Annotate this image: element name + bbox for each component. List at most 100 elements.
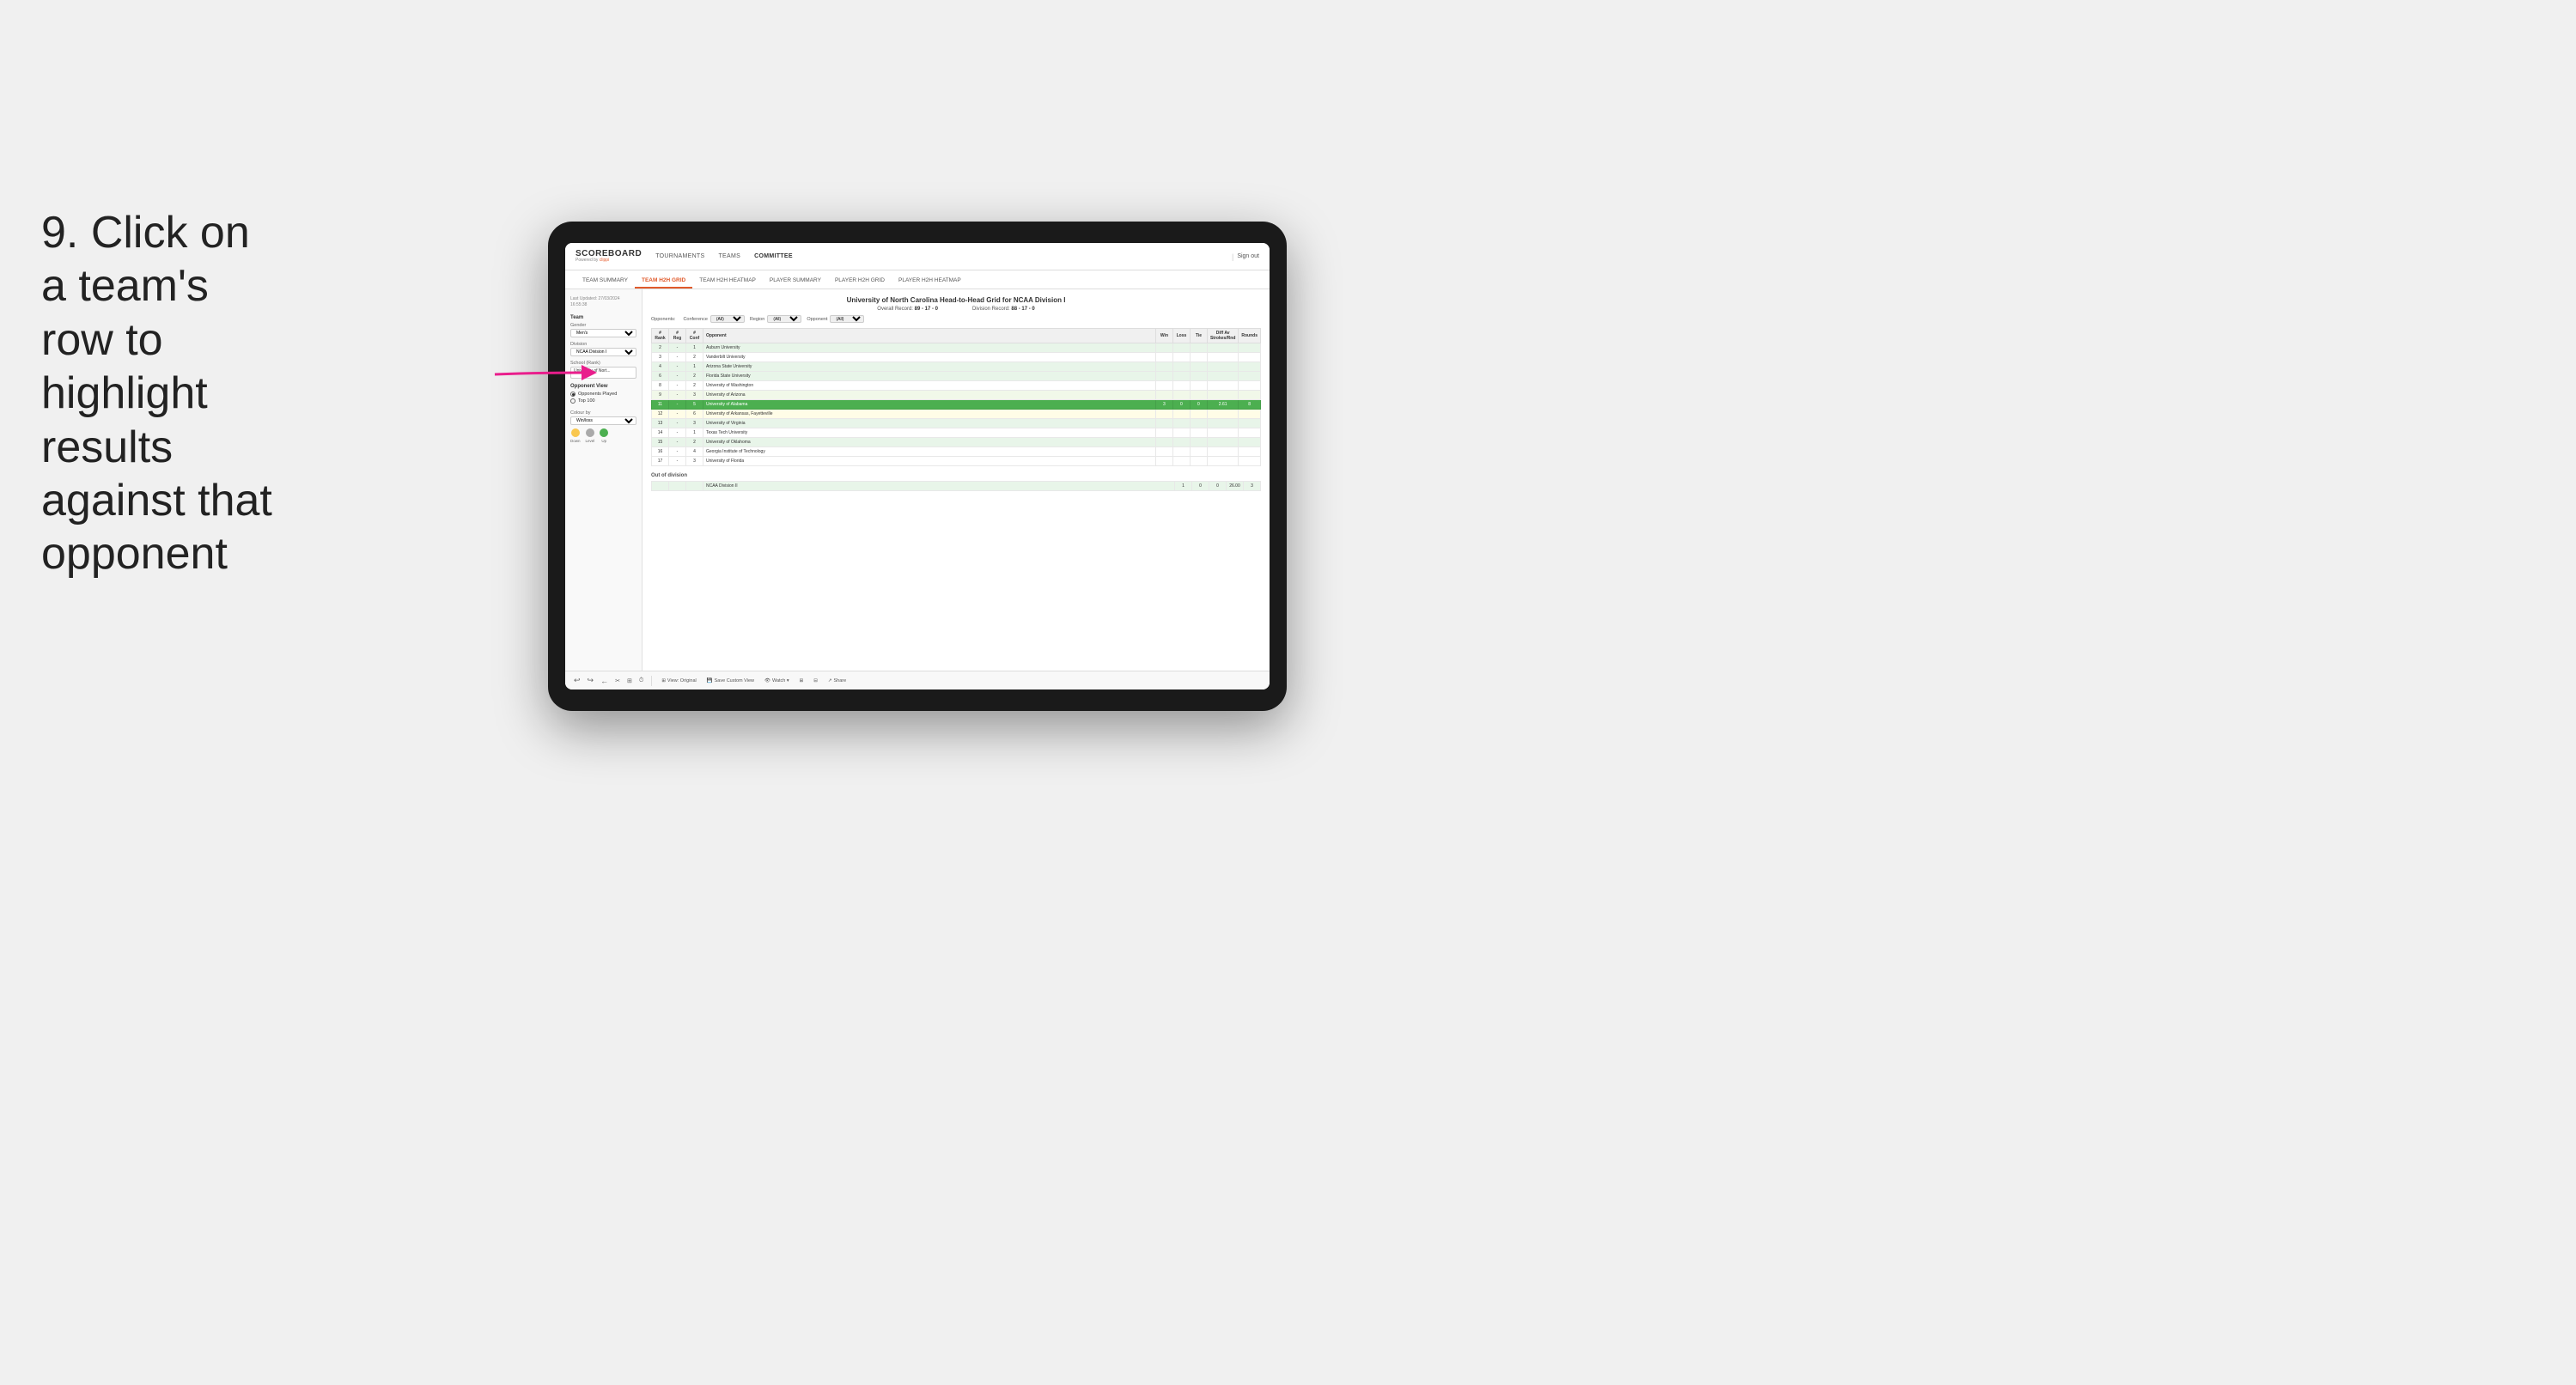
cell-conf: 1 [686,362,703,372]
table-row[interactable]: 15 - 2 University of Oklahoma [652,438,1261,447]
cell-rank: 15 [652,438,669,447]
tab-team-h2h-heatmap[interactable]: TEAM H2H HEATMAP [692,274,763,289]
cell-win [1155,419,1172,428]
cell-rounds [1239,343,1261,353]
cell-rounds [1239,410,1261,419]
table-row[interactable]: 2 - 1 Auburn University [652,343,1261,353]
division-label: Division [570,342,636,347]
cell-win: 1 [1175,482,1192,491]
toolbar-icon-btn1[interactable]: ⊞ [796,677,807,684]
view-original-button[interactable]: ⊞ View: Original [658,677,699,684]
table-row-highlighted[interactable]: 11 - 5 University of Alabama 3 0 0 2.61 … [652,400,1261,410]
tab-player-summary[interactable]: PLAYER SUMMARY [763,274,828,289]
sidebar-team-label: Team [570,315,636,320]
back-button[interactable]: ← [599,677,610,685]
radio-top100[interactable]: Top 100 [570,398,636,404]
table-row[interactable]: 12 - 6 University of Arkansas, Fayettevi… [652,410,1261,419]
cell-tie [1190,381,1207,391]
colour-label-up: Up [601,439,606,443]
tab-player-h2h-heatmap[interactable]: PLAYER H2H HEATMAP [892,274,968,289]
cell-diff [1207,428,1238,438]
cell-conf: 1 [686,343,703,353]
table-row[interactable]: 8 - 2 University of Washington [652,381,1261,391]
nav-committee[interactable]: COMMITTEE [754,252,793,261]
division-select[interactable]: NCAA Division I [570,348,636,356]
cell-win [1155,438,1172,447]
clock-button[interactable]: ⏱ [637,677,645,684]
toolbar-divider [651,676,652,686]
cell-tie [1190,419,1207,428]
cell-tie [1190,391,1207,400]
cell-rounds [1239,447,1261,457]
sign-out-link[interactable]: Sign out [1237,253,1259,259]
cell-rounds: 3 [1244,482,1261,491]
watch-button[interactable]: 👁 Watch ▾ [761,677,793,684]
cell-rank: 4 [652,362,669,372]
out-of-div-row[interactable]: NCAA Division II 1 0 0 26.00 3 [652,482,1261,491]
nav-teams[interactable]: TEAMS [718,252,740,261]
cell-loss [1172,362,1190,372]
conference-select[interactable]: (All) [710,315,745,323]
cell-diff [1207,362,1238,372]
region-filter-label: Region [750,317,764,322]
colour-dot-down [571,428,580,437]
opponent-filter: Opponent (All) [807,315,864,323]
share-button[interactable]: ↗ Share [825,677,850,684]
opponent-select[interactable]: (All) [830,315,864,323]
radio-dot-opponents [570,392,575,397]
table-row[interactable]: 9 - 3 University of Arizona [652,391,1261,400]
tab-team-summary[interactable]: TEAM SUMMARY [575,274,635,289]
tab-player-h2h-grid[interactable]: PLAYER H2H GRID [828,274,892,289]
table-row[interactable]: 14 - 1 Texas Tech University [652,428,1261,438]
save-custom-button[interactable]: 💾 Save Custom View [703,677,758,684]
cell-reg: - [669,457,686,466]
cell-win [1155,381,1172,391]
cell-opponent: Florida State University [703,372,1156,381]
table-row[interactable]: 13 - 3 University of Virginia [652,419,1261,428]
th-win: Win [1155,329,1172,343]
table-row[interactable]: 17 - 3 University of Florida [652,457,1261,466]
watch-label: Watch ▾ [772,678,789,683]
cell-diff [1207,381,1238,391]
cell-opponent: University of Arizona [703,391,1156,400]
cell-tie [1190,428,1207,438]
cell-loss: 0 [1192,482,1209,491]
division-field: Division NCAA Division I [570,342,636,356]
table-row[interactable]: 16 - 4 Georgia Institute of Technology [652,447,1261,457]
table-row[interactable]: 6 - 2 Florida State University [652,372,1261,381]
out-of-division-table: NCAA Division II 1 0 0 26.00 3 [651,481,1261,491]
cell-opponent: University of Washington [703,381,1156,391]
table-row[interactable]: 4 - 1 Arizona State University [652,362,1261,372]
cell-win [1155,457,1172,466]
cell-conf: 3 [686,391,703,400]
toolbar-icon-btn2[interactable]: ⊟ [810,677,821,684]
nav-tournaments[interactable]: TOURNAMENTS [655,252,704,261]
undo-button[interactable]: ↩ [572,676,582,685]
cell-loss [1172,457,1190,466]
cell-rounds [1239,372,1261,381]
cell-loss [1172,419,1190,428]
cut-button[interactable]: ✂ [613,677,622,684]
region-select[interactable]: (All) [767,315,801,323]
table-row[interactable]: 3 - 2 Vanderbilt University [652,353,1261,362]
redo-button[interactable]: ↪ [586,676,596,685]
cell-conf: 2 [686,372,703,381]
cell-reg: - [669,391,686,400]
colour-by-select[interactable]: Win/loss [570,416,636,425]
top-nav: SCOREBOARD Powered by clippi TOURNAMENTS… [565,243,1270,270]
view-label: View: Original [667,678,697,683]
data-area: University of North Carolina Head-to-Hea… [642,289,1270,671]
copy-button[interactable]: ⊞ [625,677,634,684]
radio-dot-top100 [570,398,575,404]
overall-record: Overall Record: 89 - 17 - 0 [877,307,938,312]
step-number: 9. [41,208,78,258]
tab-team-h2h-grid[interactable]: TEAM H2H GRID [635,274,692,289]
gender-select[interactable]: Men's [570,329,636,337]
cell-tie [1190,343,1207,353]
cell-opponent: Auburn University [703,343,1156,353]
save-label: Save Custom View [715,678,754,683]
cell-conf: 2 [686,381,703,391]
cell-conf: 6 [686,410,703,419]
cell-rank: 2 [652,343,669,353]
radio-opponents-played[interactable]: Opponents Played [570,392,636,397]
